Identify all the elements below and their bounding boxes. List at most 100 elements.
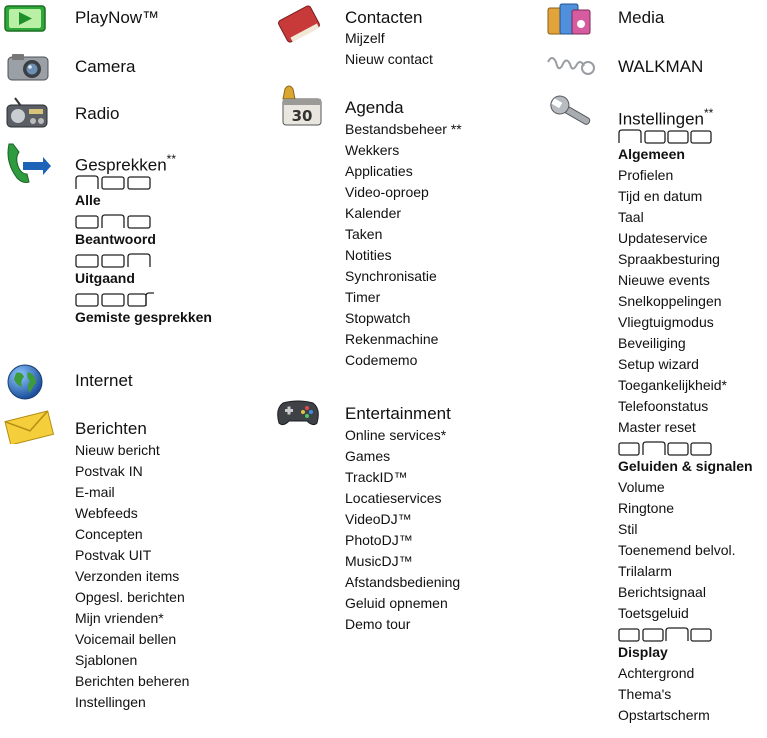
list-item[interactable]: Games	[345, 446, 460, 467]
list-item[interactable]: Nieuw bericht	[75, 440, 189, 461]
instellingen-list: Algemeen Profielen Tijd en datum Taal Up…	[618, 126, 753, 726]
list-item[interactable]: Taken	[345, 224, 462, 245]
list-item[interactable]: Timer	[345, 287, 462, 308]
tab-indicator	[75, 253, 151, 268]
list-item[interactable]: Thema's	[618, 684, 753, 705]
settings-wrench-icon	[546, 92, 598, 137]
menu-radio[interactable]: Radio	[75, 104, 119, 124]
list-item[interactable]: Opstartscherm	[618, 705, 753, 726]
calendar-icon: 30	[275, 85, 325, 132]
envelope-icon	[1, 410, 57, 449]
list-item[interactable]: Codememo	[345, 350, 462, 371]
walkman-icon	[544, 52, 596, 85]
list-item[interactable]: Webfeeds	[75, 503, 189, 524]
radio-icon	[5, 96, 49, 135]
list-item[interactable]: Vliegtuigmodus	[618, 312, 753, 333]
gesprekken-groups: Alle Beantwoord Uitgaand Gemiste gesprek…	[75, 172, 212, 328]
list-item[interactable]: Locatieservices	[345, 488, 460, 509]
tab-indicator	[618, 129, 712, 144]
list-item[interactable]: Stopwatch	[345, 308, 462, 329]
list-item[interactable]: Online services*	[345, 425, 460, 446]
list-item[interactable]: Notities	[345, 245, 462, 266]
group-uitgaand[interactable]: Uitgaand	[75, 268, 212, 289]
list-item[interactable]: Nieuw contact	[345, 49, 433, 70]
list-item[interactable]: Synchronisatie	[345, 266, 462, 287]
list-item[interactable]: Volume	[618, 477, 753, 498]
list-item[interactable]: Spraakbesturing	[618, 249, 753, 270]
list-item[interactable]: Postvak IN	[75, 461, 189, 482]
list-item[interactable]: Wekkers	[345, 140, 462, 161]
group-alle[interactable]: Alle	[75, 190, 212, 211]
menu-berichten[interactable]: Berichten	[75, 419, 147, 439]
list-item[interactable]: Master reset	[618, 417, 753, 438]
group-geluiden[interactable]: Geluiden & signalen	[618, 456, 753, 477]
list-item[interactable]: Verzonden items	[75, 566, 189, 587]
list-item[interactable]: Concepten	[75, 524, 189, 545]
list-item[interactable]: Toetsgeluid	[618, 603, 753, 624]
list-item[interactable]: Demo tour	[345, 614, 460, 635]
group-beantwoord[interactable]: Beantwoord	[75, 229, 212, 250]
list-item[interactable]: Taal	[618, 207, 753, 228]
list-item[interactable]: Rekenmachine	[345, 329, 462, 350]
list-item[interactable]: Mijn vrienden*	[75, 608, 189, 629]
list-item[interactable]: Sjablonen	[75, 650, 189, 671]
menu-camera[interactable]: Camera	[75, 57, 135, 77]
list-item[interactable]: Bestandsbeheer **	[345, 119, 462, 140]
menu-agenda[interactable]: Agenda	[345, 98, 404, 118]
list-item[interactable]: Ringtone	[618, 498, 753, 519]
group-gemiste[interactable]: Gemiste gesprekken	[75, 307, 212, 328]
menu-contacten[interactable]: Contacten	[345, 8, 423, 28]
list-item[interactable]: Geluid opnemen	[345, 593, 460, 614]
menu-media[interactable]: Media	[618, 8, 664, 28]
menu-entertainment[interactable]: Entertainment	[345, 404, 451, 424]
berichten-list: Nieuw bericht Postvak IN E-mail Webfeeds…	[75, 440, 189, 713]
list-item[interactable]: Voicemail bellen	[75, 629, 189, 650]
group-display[interactable]: Display	[618, 642, 753, 663]
list-item[interactable]: Opgesl. berichten	[75, 587, 189, 608]
list-item[interactable]: Tijd en datum	[618, 186, 753, 207]
list-item[interactable]: Mijzelf	[345, 28, 433, 49]
tab-indicator	[75, 292, 154, 307]
list-item[interactable]: Updateservice	[618, 228, 753, 249]
list-item[interactable]: VideoDJ™	[345, 509, 460, 530]
list-item[interactable]: Nieuwe events	[618, 270, 753, 291]
tab-indicator	[75, 214, 151, 229]
playnow-icon	[4, 5, 48, 38]
group-algemeen[interactable]: Algemeen	[618, 144, 753, 165]
list-item[interactable]: Postvak UIT	[75, 545, 189, 566]
list-item[interactable]: MusicDJ™	[345, 551, 460, 572]
list-item[interactable]: Trilalarm	[618, 561, 753, 582]
svg-text:30: 30	[292, 107, 313, 125]
list-item[interactable]: Achtergrond	[618, 663, 753, 684]
calls-icon	[3, 140, 53, 193]
contacten-list: Mijzelf Nieuw contact	[345, 28, 433, 70]
list-item[interactable]: Toenemend belvol.	[618, 540, 753, 561]
gesprekken-mark: **	[166, 152, 177, 166]
agenda-list: Bestandsbeheer ** Wekkers Applicaties Vi…	[345, 119, 462, 371]
list-item[interactable]: Afstandsbediening	[345, 572, 460, 593]
media-icon	[546, 2, 594, 43]
list-item[interactable]: Profielen	[618, 165, 753, 186]
list-item[interactable]: Instellingen	[75, 692, 189, 713]
list-item[interactable]: Kalender	[345, 203, 462, 224]
camera-icon	[6, 52, 50, 87]
list-item[interactable]: Berichten beheren	[75, 671, 189, 692]
list-item[interactable]: TrackID™	[345, 467, 460, 488]
list-item[interactable]: Telefoonstatus	[618, 396, 753, 417]
menu-walkman[interactable]: WALKMAN	[618, 57, 703, 77]
list-item[interactable]: Toegankelijkheid*	[618, 375, 753, 396]
menu-playnow[interactable]: PlayNow™	[75, 8, 159, 28]
list-item[interactable]: Setup wizard	[618, 354, 753, 375]
list-item[interactable]: PhotoDJ™	[345, 530, 460, 551]
menu-internet[interactable]: Internet	[75, 371, 133, 391]
list-item[interactable]: Beveiliging	[618, 333, 753, 354]
list-item[interactable]: Berichtsignaal	[618, 582, 753, 603]
contacts-book-icon	[275, 2, 323, 51]
list-item[interactable]: E-mail	[75, 482, 189, 503]
entertainment-list: Online services* Games TrackID™ Locaties…	[345, 425, 460, 635]
globe-icon	[6, 363, 44, 406]
list-item[interactable]: Snelkoppelingen	[618, 291, 753, 312]
list-item[interactable]: Stil	[618, 519, 753, 540]
list-item[interactable]: Video-oproep	[345, 182, 462, 203]
list-item[interactable]: Applicaties	[345, 161, 462, 182]
